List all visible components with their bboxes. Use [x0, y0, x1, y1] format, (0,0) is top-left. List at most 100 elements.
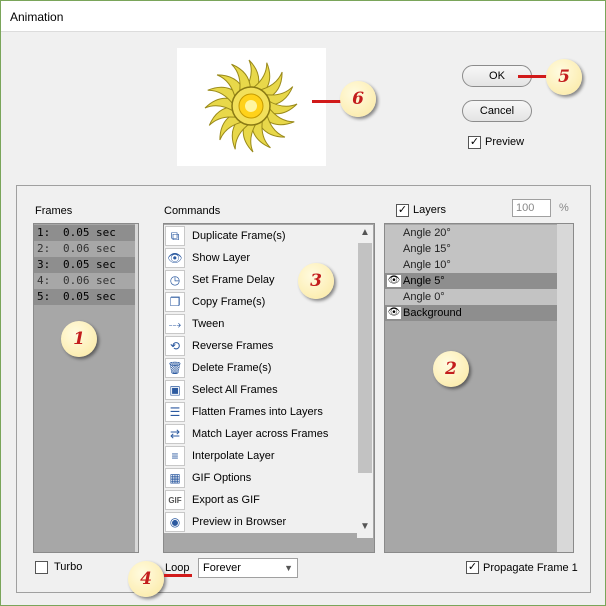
frame-row[interactable]: 2: 0.06 sec [34, 241, 137, 257]
select-all-icon: ▣ [165, 380, 185, 400]
loop-select[interactable]: Forever ▼ [198, 558, 298, 578]
layer-row[interactable]: 👁 Angle 5° [385, 273, 557, 289]
command-item[interactable]: ⟲ Reverse Frames [164, 335, 357, 357]
command-item[interactable]: GIF Export as GIF [164, 489, 357, 511]
frame-row[interactable]: 5: 0.05 sec [34, 289, 137, 305]
chevron-down-icon: ▼ [284, 563, 293, 573]
command-item[interactable]: ≡ Interpolate Layer [164, 445, 357, 467]
frame-index: 3: [37, 258, 51, 271]
flatten-icon: ☰ [165, 402, 185, 422]
layer-row[interactable]: Angle 10° [385, 257, 557, 273]
ok-button-label: OK [489, 70, 505, 82]
opacity-unit: % [559, 202, 569, 214]
command-item[interactable]: ▦ GIF Options [164, 467, 357, 489]
duplicate-frame-icon: ⧉ [165, 226, 185, 246]
command-item[interactable]: ▣ Select All Frames [164, 379, 357, 401]
command-label: Export as GIF [192, 494, 260, 506]
layer-row[interactable]: Angle 0° [385, 289, 557, 305]
command-label: Preview in Browser [192, 516, 287, 528]
frame-row[interactable]: 3: 0.05 sec [34, 257, 137, 273]
window-title: Animation [10, 10, 64, 24]
eye-icon: 👁 [165, 248, 185, 268]
command-item[interactable]: ☰ Flatten Frames into Layers [164, 401, 357, 423]
command-item[interactable]: ⤏ Tween [164, 313, 357, 335]
command-item[interactable]: ⇄ Match Layer across Frames [164, 423, 357, 445]
match-layer-icon: ⇄ [165, 424, 185, 444]
frames-header: Frames [35, 205, 73, 217]
browser-icon: ◉ [165, 512, 185, 532]
layer-row[interactable]: Angle 20° [385, 225, 557, 241]
frame-duration: 0.05 [63, 258, 90, 271]
layer-name: Angle 10° [403, 259, 451, 271]
frame-row[interactable]: 1: 0.05 sec [34, 225, 137, 241]
preview-checkbox[interactable]: ✓ [468, 136, 481, 149]
copy-frames-icon: ❐ [165, 292, 185, 312]
frame-unit: sec [96, 290, 116, 303]
callout-badge-1: 1 [61, 321, 97, 357]
layer-row[interactable]: 👁 Background [385, 305, 557, 321]
eye-icon[interactable]: 👁 [387, 307, 401, 319]
turbo-checkbox[interactable] [35, 561, 48, 574]
tween-icon: ⤏ [165, 314, 185, 334]
callout-line-5 [518, 75, 548, 78]
frame-row[interactable]: 4: 0.06 sec [34, 273, 137, 289]
frame-unit: sec [96, 242, 116, 255]
scroll-thumb[interactable] [358, 243, 372, 473]
layer-name: Angle 15° [403, 243, 451, 255]
callout-line-6 [312, 100, 342, 103]
callout-badge-6: 6 [340, 81, 376, 117]
scroll-up-icon[interactable]: ▲ [360, 227, 370, 238]
callout-badge-2: 2 [433, 351, 469, 387]
command-label: Select All Frames [192, 384, 278, 396]
frame-unit: sec [96, 274, 116, 287]
command-label: Show Layer [192, 252, 251, 264]
commands-scrollbar[interactable]: ▲ ▼ [357, 225, 373, 538]
cancel-button[interactable]: Cancel [462, 100, 532, 122]
layers-checkbox[interactable]: ✓ [396, 204, 409, 217]
layers-list[interactable]: Angle 20° Angle 15° Angle 10° 👁 Angle 5° Angl… [384, 223, 574, 553]
command-label: Interpolate Layer [192, 450, 275, 462]
command-label: Set Frame Delay [192, 274, 275, 286]
callout-badge-3: 3 [298, 263, 334, 299]
propagate-frame-label: Propagate Frame 1 [483, 562, 578, 574]
commands-header: Commands [164, 205, 221, 217]
frame-index: 1: [37, 226, 51, 239]
sun-icon [204, 59, 298, 153]
reverse-icon: ⟲ [165, 336, 185, 356]
command-item[interactable]: ⧉ Duplicate Frame(s) [164, 225, 357, 247]
loop-select-value: Forever [203, 562, 241, 574]
preview-label: Preview [485, 136, 525, 148]
frame-duration: 0.05 [63, 226, 90, 239]
layer-name: Angle 5° [403, 275, 445, 287]
command-item[interactable]: 🗑 Delete Frame(s) [164, 357, 357, 379]
opacity-input[interactable]: 100 [512, 199, 551, 217]
gif-export-icon: GIF [165, 490, 185, 510]
command-label: Copy Frame(s) [192, 296, 266, 308]
command-item[interactable]: ◉ Preview in Browser [164, 511, 357, 533]
callout-badge-4: 4 [128, 561, 164, 597]
layer-row[interactable]: Angle 15° [385, 241, 557, 257]
cancel-button-label: Cancel [479, 105, 515, 117]
frames-list[interactable]: 1: 0.05 sec 2: 0.06 sec 3: 0.05 sec 4: 0.06 sec 5: 0.… [33, 223, 139, 553]
animation-preview-image [177, 48, 326, 166]
commands-list[interactable]: ⧉ Duplicate Frame(s) 👁 Show Layer ◷ Set Frame… [163, 223, 375, 553]
command-label: Flatten Frames into Layers [192, 406, 323, 418]
scroll-down-icon[interactable]: ▼ [360, 521, 370, 532]
interpolate-icon: ≡ [165, 446, 185, 466]
command-label: Reverse Frames [192, 340, 274, 352]
command-label: Duplicate Frame(s) [192, 230, 286, 242]
frame-index: 4: [37, 274, 51, 287]
gif-options-icon: ▦ [165, 468, 185, 488]
command-item[interactable]: 👁 Show Layer [164, 247, 357, 269]
command-label: Tween [192, 318, 225, 330]
loop-label: Loop [165, 562, 190, 574]
frame-index: 5: [37, 290, 51, 303]
animation-dialog: Animation OK Cancel ✓ Preview 6 5 Frames… [0, 0, 606, 606]
eye-icon[interactable]: 👁 [387, 275, 401, 287]
command-label: Match Layer across Frames [192, 428, 329, 440]
trash-icon: 🗑 [165, 358, 185, 378]
propagate-frame-checkbox[interactable]: ✓ [466, 561, 479, 574]
command-label: GIF Options [192, 472, 252, 484]
layer-name: Background [403, 307, 462, 319]
callout-line-4 [164, 574, 192, 577]
